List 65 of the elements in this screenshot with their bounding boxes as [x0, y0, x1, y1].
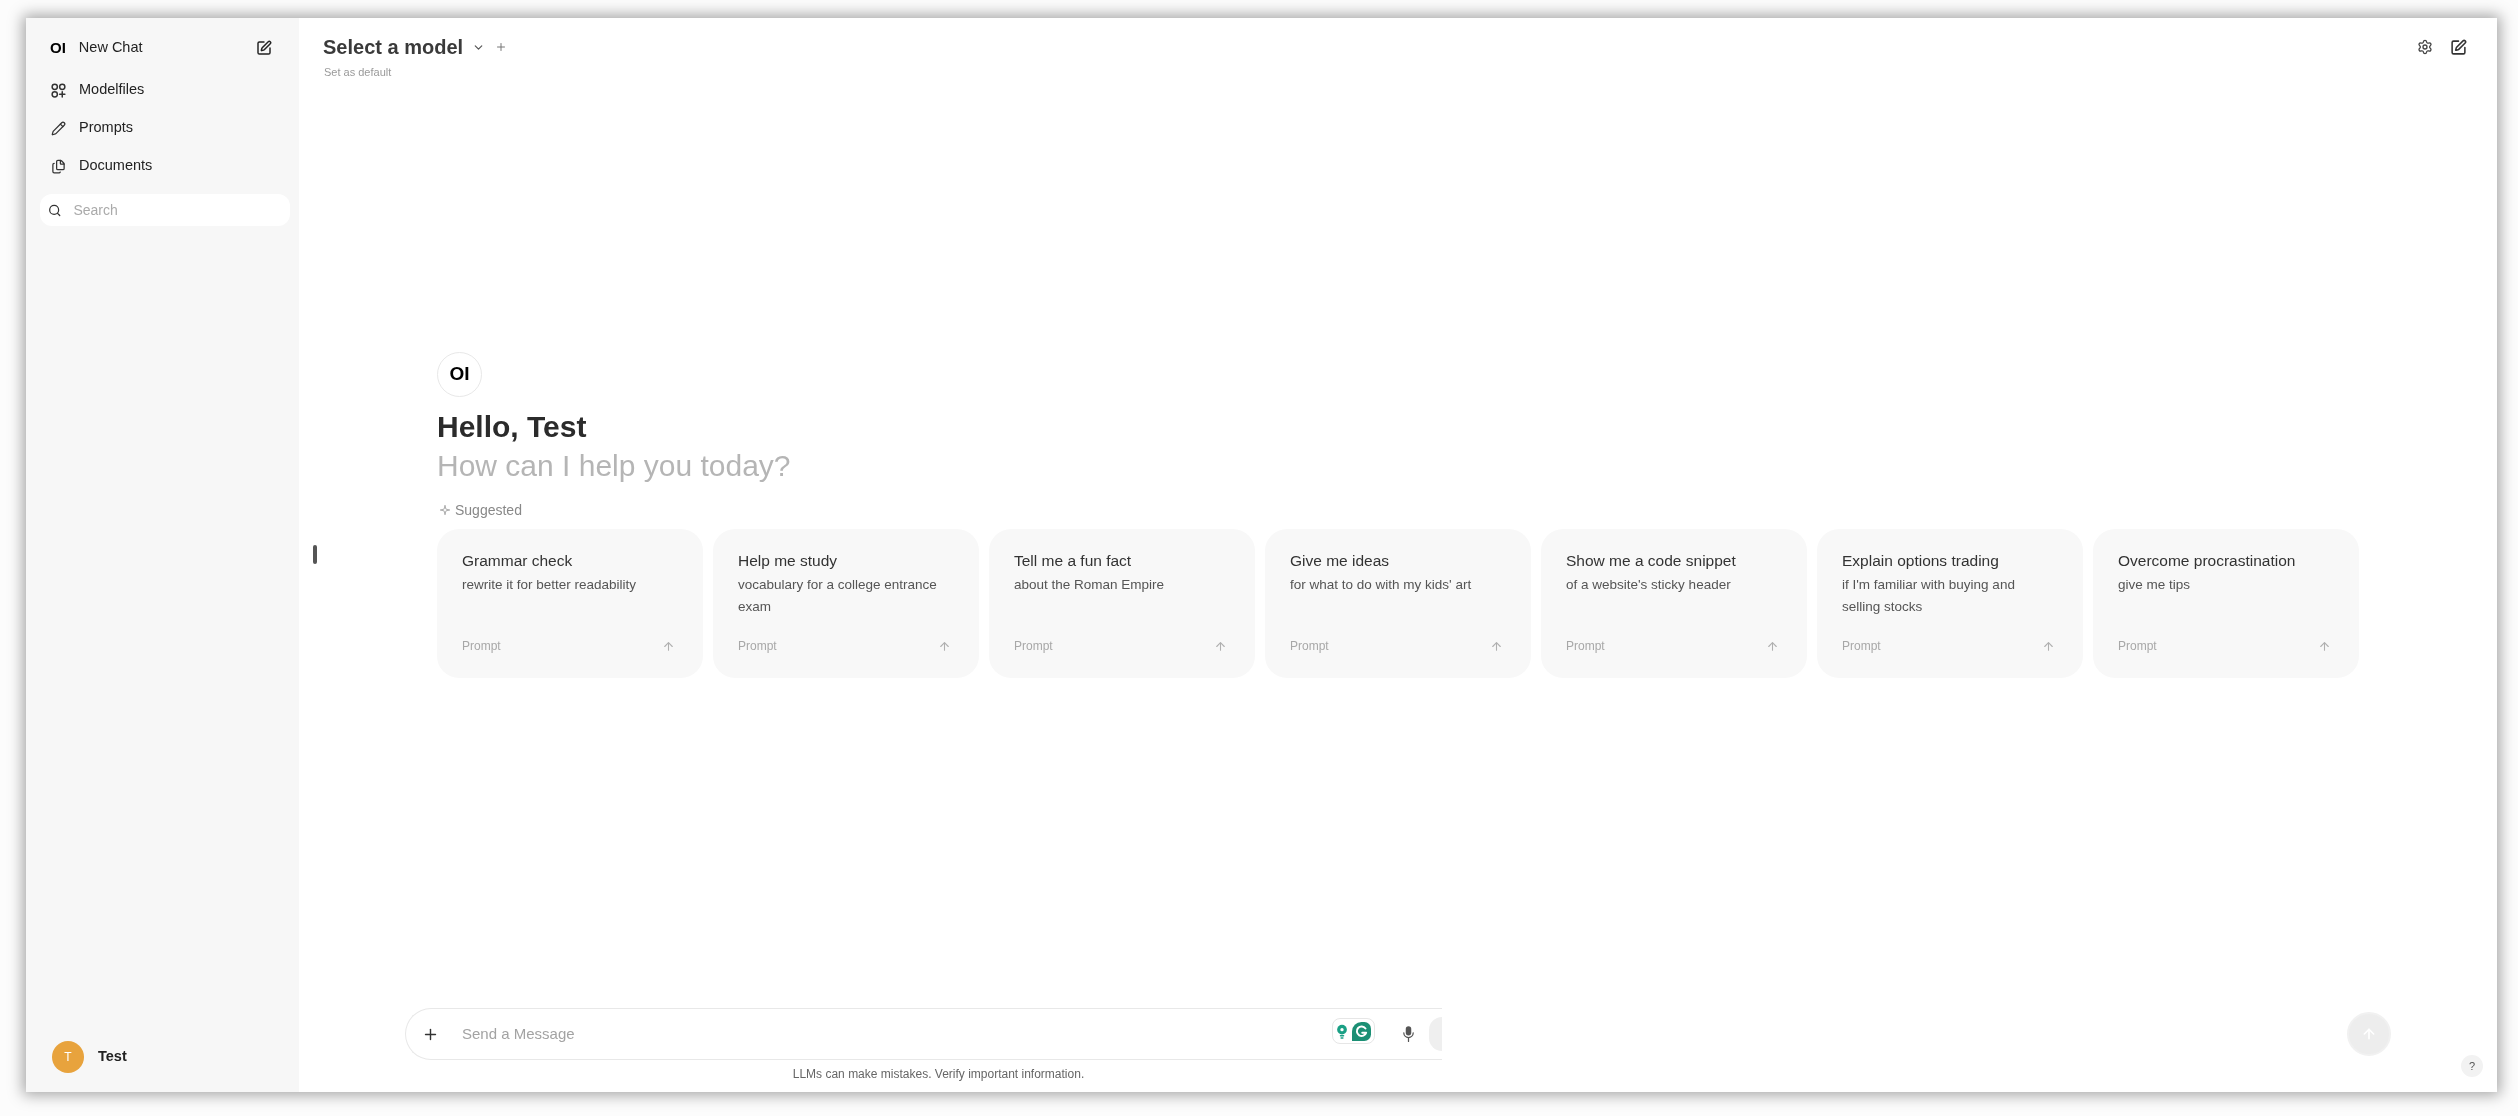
- prompt-label: Prompt: [2118, 638, 2157, 654]
- arrow-up-icon: [1766, 639, 1779, 653]
- suggestion-card[interactable]: Give me ideas for what to do with my kids' art Prompt: [1265, 529, 1531, 678]
- prompt-label: Prompt: [738, 638, 777, 654]
- card-description: vocabulary for a college entrance exam: [738, 576, 938, 616]
- suggestion-card[interactable]: Explain options trading if I'm familiar with buying and selling stocks Prompt: [1817, 529, 2083, 678]
- sidebar-item[interactable]: Modelfiles: [26, 71, 299, 109]
- search-icon: [48, 202, 62, 218]
- bubble-logo-icon[interactable]: [1352, 1021, 1371, 1041]
- arrow-up-icon: [938, 639, 951, 653]
- arrow-up-icon: [1214, 639, 1227, 653]
- edit-icon[interactable]: [2450, 38, 2467, 56]
- documents-icon: [51, 158, 66, 174]
- message-input[interactable]: Send a Message: [462, 1022, 1332, 1046]
- help-button[interactable]: ?: [2461, 1055, 2483, 1077]
- card-description: give me tips: [2118, 576, 2192, 594]
- arrow-up-icon: [2318, 639, 2331, 653]
- prompt-label: Prompt: [1842, 638, 1881, 654]
- card-title: Explain options trading: [1842, 551, 2000, 571]
- model-selector[interactable]: Select a model: [323, 35, 486, 59]
- extension-badge[interactable]: [1332, 1018, 1375, 1044]
- suggestion-card[interactable]: Show me a code snippet of a website's sticky header Prompt: [1541, 529, 1807, 678]
- card-title: Tell me a fun fact: [1014, 551, 1133, 571]
- search-input[interactable]: Search: [73, 199, 290, 221]
- sidebar-toggle-handle[interactable]: [313, 545, 317, 564]
- arrow-up-icon: [1490, 639, 1503, 653]
- settings-icon[interactable]: [2417, 39, 2433, 55]
- sidebar-item[interactable]: Documents: [26, 147, 299, 185]
- prompt-label: Prompt: [1290, 638, 1329, 654]
- lightbulb-icon[interactable]: [1336, 1023, 1348, 1039]
- logo-badge: OI: [437, 352, 482, 397]
- suggestion-card[interactable]: Overcome procrastination give me tips Prompt: [2093, 529, 2359, 678]
- composer-bar[interactable]: Send a Message: [405, 1008, 1442, 1060]
- card-title: Show me a code snippet: [1566, 551, 1737, 571]
- card-title: Help me study: [738, 551, 839, 571]
- search-field[interactable]: Search: [40, 194, 290, 226]
- disclaimer-text: LLMs can make mistakes. Verify important information.: [792, 1066, 1085, 1082]
- user-name[interactable]: Test: [98, 1046, 127, 1068]
- new-chat-link[interactable]: New Chat: [78, 37, 143, 59]
- suggestion-card[interactable]: Tell me a fun fact about the Roman Empire Prompt: [989, 529, 1255, 678]
- edit-icon[interactable]: [256, 40, 272, 56]
- microphone-icon[interactable]: [1403, 1026, 1414, 1042]
- circles-plus-icon: [51, 82, 66, 98]
- pencil-icon: [51, 120, 66, 136]
- card-description: if I'm familiar with buying and selling stocks: [1842, 576, 2016, 616]
- card-title: Grammar check: [462, 551, 574, 571]
- prompt-label: Prompt: [1014, 638, 1053, 654]
- card-description: about the Roman Empire: [1014, 576, 1166, 594]
- greeting-heading: Hello, Test: [437, 409, 588, 445]
- sidebar-item[interactable]: Prompts: [26, 109, 299, 147]
- sparkle-icon: [440, 505, 450, 515]
- card-description: for what to do with my kids' art: [1290, 576, 1473, 594]
- suggestion-card[interactable]: Grammar check rewrite it for better readability Prompt: [437, 529, 703, 678]
- suggestion-card[interactable]: Help me study vocabulary for a college entrance exam Prompt: [713, 529, 979, 678]
- suggested-label: Suggested: [455, 500, 522, 520]
- brand-logo: OI: [50, 37, 66, 58]
- card-description: of a website's sticky header: [1566, 576, 1732, 594]
- greeting-subtitle: How can I help you today?: [437, 448, 792, 484]
- prompt-label: Prompt: [1566, 638, 1605, 654]
- prompt-label: Prompt: [462, 638, 501, 654]
- card-title: Give me ideas: [1290, 551, 1391, 571]
- arrow-up-icon: [662, 639, 675, 653]
- card-title: Overcome procrastination: [2118, 551, 2297, 571]
- card-description: rewrite it for better readability: [462, 576, 638, 594]
- arrow-up-icon: [2042, 639, 2055, 653]
